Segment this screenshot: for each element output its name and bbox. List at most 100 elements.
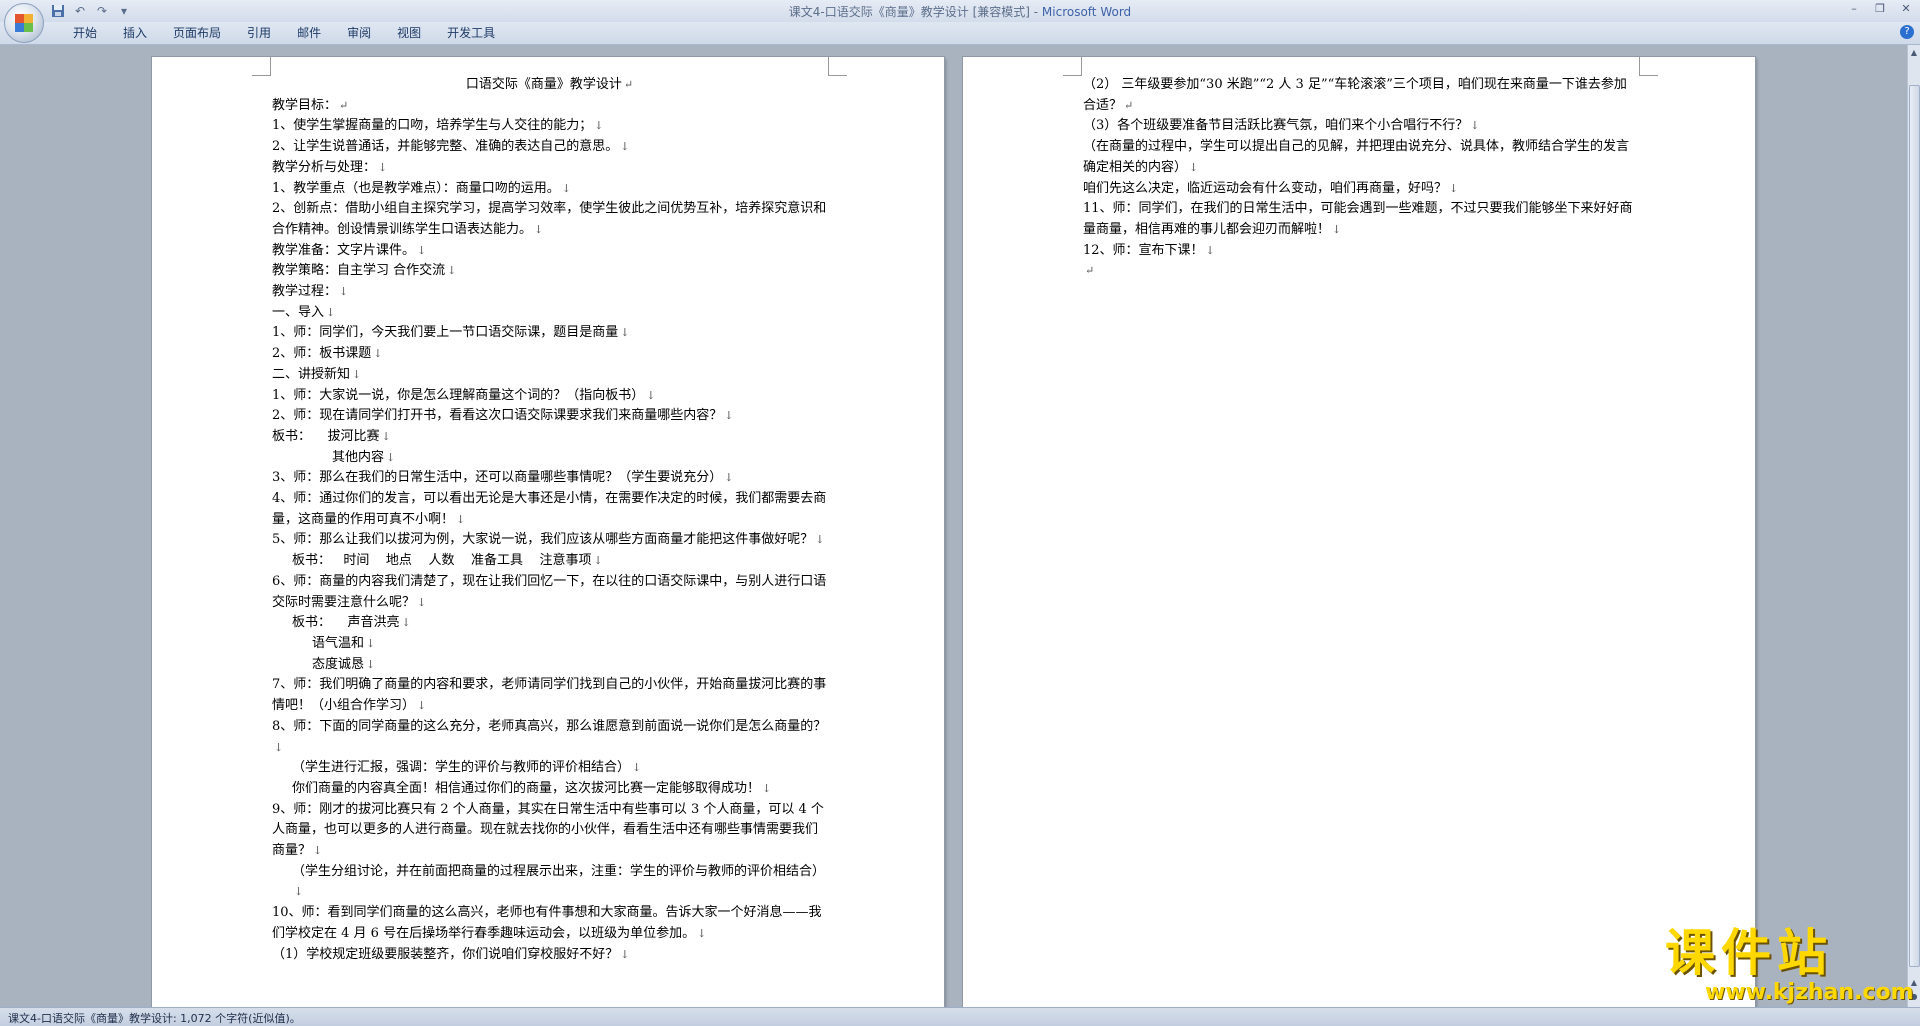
paragraph-text: 2、师：板书课题: [272, 346, 372, 362]
window-title-app: Microsoft Word: [1041, 5, 1132, 19]
paragraph-text: 教学目标：: [272, 97, 338, 113]
paragraph: 1、师：同学们，今天我们要上一节口语交际课，题目是商量 ↓: [272, 323, 827, 344]
paragraph-mark-icon: ↓: [697, 926, 707, 940]
ribbon-tab[interactable]: 邮件: [284, 25, 334, 41]
paragraph: 2、创新点：借助小组自主探究学习，提高学习效率，使学生彼此之间优势互补，培养探究…: [272, 199, 827, 240]
paragraph: 1、师：大家说一说，你是怎么理解商量这个词的？（指向板书） ↓: [272, 386, 827, 407]
paragraph-mark-icon: ↓: [1332, 222, 1342, 236]
paragraph-text: （在商量的过程中，学生可以提出自己的见解，并把理由说充分、说具体，教师结合学生的…: [1083, 139, 1630, 175]
paragraph-text: 一、导入: [272, 304, 325, 320]
paragraph-text: 8、师：下面的同学商量的这么充分，老师真高兴，那么谁愿意到前面说一说你们是怎么商…: [272, 718, 827, 734]
kjzhan-watermark-logo: 课件站 www.kjzhan.com: [1665, 925, 1915, 1007]
status-bar: 课文4-口语交际《商量》教学设计: 1,072 个字符(近似值)。: [0, 1007, 1920, 1026]
paragraph-mark-icon: ↓: [593, 554, 603, 568]
paragraph-mark-icon: ↵: [1124, 98, 1134, 112]
paragraph-mark-icon: ↓: [339, 285, 349, 299]
paragraph: 态度诚恳 ↓: [272, 655, 827, 676]
paragraph-text: 5、师：那么让我们以拔河为例，大家说一说，我们应该从哪些方面商量才能把这件事做好…: [272, 532, 814, 548]
paragraph-mark-icon: ↵: [339, 98, 349, 112]
page-2: （2） 三年级要参加“30 米跑”“2 人 3 足”“车轮滚滚”三个项目，咱们现…: [963, 57, 1755, 1007]
paragraph-mark-icon: ↓: [594, 119, 604, 133]
paragraph-mark-icon: ↓: [762, 781, 772, 795]
paragraph: 1、教学重点（也是教学难点）：商量口吻的运用。 ↓: [272, 179, 827, 200]
paragraph-mark-icon: ↓: [386, 450, 396, 464]
window-title: 课文4-口语交际《商量》教学设计 [兼容模式] - Microsoft Word: [0, 3, 1920, 20]
ribbon-tabs-bar: 开始 插入 页面布局 引用 邮件 审阅 视图 开发工具 ?: [0, 22, 1920, 45]
margin-corner-mark: [252, 57, 271, 76]
paragraph: （学生分组讨论，并在前面把商量的过程展示出来，注重：学生的评价与教师的评价相结合…: [272, 862, 827, 903]
paragraph-text: （学生进行汇报，强调：学生的评价与教师的评价相结合）: [292, 760, 631, 776]
ribbon-tab[interactable]: 开始: [60, 25, 110, 41]
paragraph-text: （2） 三年级要参加“30 米跑”“2 人 3 足”“车轮滚滚”三个项目，咱们现…: [1083, 77, 1627, 113]
paragraph: （2） 三年级要参加“30 米跑”“2 人 3 足”“车轮滚滚”三个项目，咱们现…: [1083, 75, 1638, 116]
ribbon-tab[interactable]: 审阅: [334, 25, 384, 41]
paragraph: 2、让学生说普通话，并能够完整、准确的表达自己的意思。 ↓: [272, 137, 827, 158]
paragraph: 口语交际《商量》教学设计 ↵: [272, 75, 827, 96]
status-text: 课文4-口语交际《商量》教学设计: 1,072 个字符(近似值)。: [8, 1012, 301, 1025]
paragraph-mark-icon: ↓: [1205, 243, 1215, 257]
ribbon-tab[interactable]: 视图: [384, 25, 434, 41]
window-controls: – ❐ ✕: [1846, 2, 1914, 16]
ribbon-tab[interactable]: 页面布局: [160, 25, 234, 41]
paragraph: 你们商量的内容真全面！相信通过你们的商量，这次拔河比赛一定能够取得成功！ ↓: [272, 779, 827, 800]
ribbon-tab[interactable]: 引用: [234, 25, 284, 41]
scroll-up-icon[interactable]: ▲: [1909, 47, 1919, 59]
paragraph-mark-icon: ↓: [724, 471, 734, 485]
paragraph-text: 11、师：同学们，在我们的日常生活中，可能会遇到一些难题，不过只要我们能够坐下来…: [1083, 201, 1633, 237]
paragraph-text: 2、创新点：借助小组自主探究学习，提高学习效率，使学生彼此之间优势互补，培养探究…: [272, 201, 827, 237]
paragraph-mark-icon: ↓: [561, 181, 571, 195]
paragraph-mark-icon: ↓: [373, 347, 383, 361]
paragraph-mark-icon: ↓: [1189, 160, 1199, 174]
paragraph-mark-icon: ↓: [456, 512, 466, 526]
ribbon-tab[interactable]: 插入: [110, 25, 160, 41]
paragraph-mark-icon: ↓: [366, 636, 376, 650]
paragraph: （学生进行汇报，强调：学生的评价与教师的评价相结合） ↓: [272, 758, 827, 779]
close-button[interactable]: ✕: [1898, 2, 1914, 16]
paragraph: 教学准备：文字片课件。 ↓: [272, 241, 827, 262]
paragraph: 教学过程： ↓: [272, 282, 827, 303]
paragraph: 4、师：通过你们的发言，可以看出无论是大事还是小情，在需要作决定的时候，我们都需…: [272, 489, 827, 530]
paragraph-text: 态度诚恳: [312, 656, 365, 672]
watermark-main: 课件站: [1665, 924, 1833, 982]
paragraph-text: 教学准备：文字片课件。: [272, 242, 416, 258]
paragraph-text: 其他内容: [332, 449, 385, 465]
paragraph-text: 10、师：看到同学们商量的这么高兴，老师也有件事想和大家商量。告诉大家一个好消息…: [272, 905, 822, 941]
office-logo-icon: [15, 14, 33, 32]
paragraph: 一、导入 ↓: [272, 303, 827, 324]
paragraph-mark-icon: ↓: [417, 595, 427, 609]
paragraph-mark-icon: ↓: [274, 740, 284, 754]
paragraph-mark-icon: ↓: [632, 761, 642, 775]
minimize-button[interactable]: –: [1846, 2, 1862, 16]
restore-button[interactable]: ❐: [1872, 2, 1888, 16]
help-icon[interactable]: ?: [1900, 25, 1914, 39]
paragraph-mark-icon: ↓: [294, 885, 304, 899]
paragraph-mark-icon: ↓: [326, 305, 336, 319]
paragraph-mark-icon: ↓: [417, 699, 427, 713]
paragraph-text: （3）各个班级要准备节目活跃比赛气氛，咱们来个小合唱行不行？: [1083, 118, 1469, 134]
paragraph: 语气温和 ↓: [272, 634, 827, 655]
paragraph-mark-icon: ↓: [1470, 119, 1480, 133]
paragraph-text: 1、师：同学们，今天我们要上一节口语交际课，题目是商量: [272, 325, 619, 341]
paragraph-text: 4、师：通过你们的发言，可以看出无论是大事还是小情，在需要作决定的时候，我们都需…: [272, 491, 827, 527]
page-2-text[interactable]: （2） 三年级要参加“30 米跑”“2 人 3 足”“车轮滚滚”三个项目，咱们现…: [1083, 75, 1638, 282]
page-1-text[interactable]: 口语交际《商量》教学设计 ↵ 教学目标： ↵ 1、使学生掌握商量的口吻，培养学生与人交往…: [272, 75, 827, 965]
paragraph: 2、师：板书课题 ↓: [272, 344, 827, 365]
margin-corner-mark: [1063, 57, 1082, 76]
paragraph-mark-icon: ↓: [646, 388, 656, 402]
paragraph-text: 1、使学生掌握商量的口吻，培养学生与人交往的能力；: [272, 118, 593, 134]
office-button[interactable]: [4, 3, 44, 43]
paragraph-text: 7、师：我们明确了商量的内容和要求，老师请同学们找到自己的小伙伴，开始商量拔河比…: [272, 677, 827, 714]
paragraph-mark-icon: ↓: [381, 429, 391, 443]
paragraph: （在商量的过程中，学生可以提出自己的见解，并把理由说充分、说具体，教师结合学生的…: [1083, 137, 1638, 178]
paragraph-mark-icon: ↵: [623, 78, 634, 91]
ribbon-tab[interactable]: 开发工具: [434, 25, 508, 41]
paragraph: 教学目标： ↵: [272, 96, 827, 117]
page-1: 口语交际《商量》教学设计 ↵ 教学目标： ↵ 1、使学生掌握商量的口吻，培养学生与人交往…: [152, 57, 944, 1007]
vertical-scrollbar[interactable]: ▲ ▲ ●: [1907, 45, 1920, 1007]
scrollbar-thumb[interactable]: [1909, 85, 1920, 967]
document-workspace: 口语交际《商量》教学设计 ↵ 教学目标： ↵ 1、使学生掌握商量的口吻，培养学生与人交往…: [0, 45, 1908, 1007]
paragraph-text: 2、师：现在请同学们打开书，看看这次口语交际课要求我们来商量哪些内容？: [272, 408, 723, 424]
paragraph-mark-icon: ↓: [378, 160, 388, 174]
paragraph: 板书： 时间 地点 人数 准备工具 注意事项 ↓: [272, 551, 827, 572]
paragraph: 7、师：我们明确了商量的内容和要求，老师请同学们找到自己的小伙伴，开始商量拔河比…: [272, 675, 827, 716]
